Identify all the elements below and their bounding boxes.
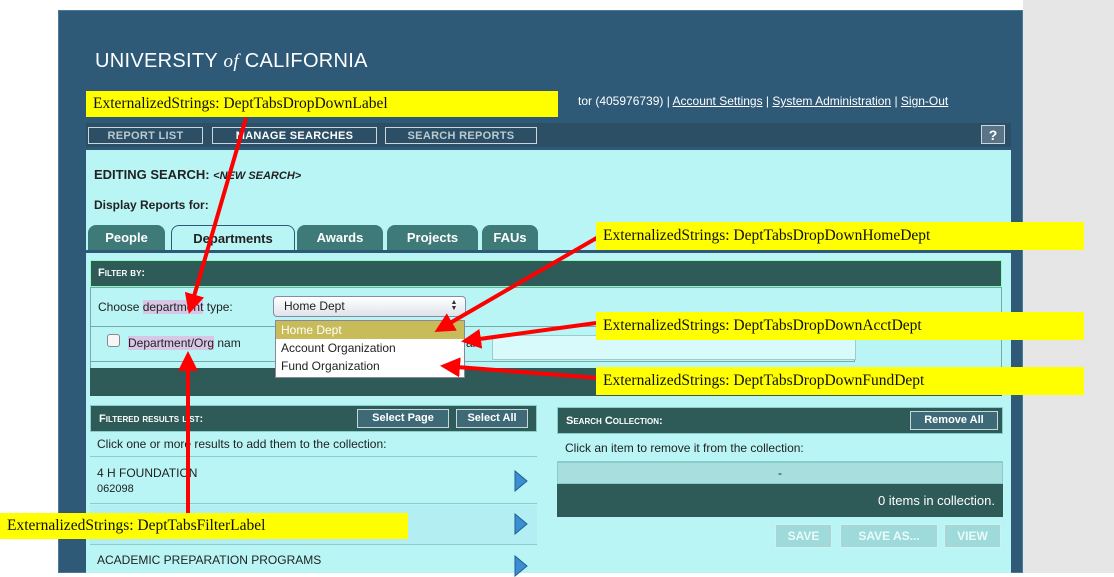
separator: | bbox=[891, 94, 901, 108]
annotation-filter-label: ExternalizedStrings: DeptTabsFilterLabel bbox=[0, 513, 408, 539]
checkbox-icon[interactable] bbox=[107, 334, 120, 347]
sign-out-link[interactable]: Sign-Out bbox=[901, 94, 948, 108]
tab-projects[interactable]: Projects bbox=[387, 225, 478, 251]
tab-people[interactable]: People bbox=[88, 225, 165, 251]
results-instruction: Click one or more results to add them to… bbox=[90, 432, 537, 457]
updown-arrows-icon: ▲ ▼ bbox=[450, 299, 458, 312]
tab-departments[interactable]: Departments bbox=[171, 225, 295, 251]
select-all-button[interactable]: Select All bbox=[456, 409, 528, 428]
view-button[interactable]: VIEW bbox=[944, 524, 1001, 548]
list-item[interactable]: 4 H FOUNDATION 062098 bbox=[90, 458, 537, 504]
result-name: 4 H FOUNDATION bbox=[97, 466, 198, 480]
save-button[interactable]: SAVE bbox=[775, 524, 832, 548]
manage-searches-button[interactable]: MANAGE SEARCHES bbox=[212, 127, 377, 144]
tab-awards[interactable]: Awards bbox=[297, 225, 383, 251]
select-value: Home Dept bbox=[284, 299, 345, 313]
annotation-dropdown-label: ExternalizedStrings: DeptTabsDropDownLab… bbox=[86, 91, 558, 117]
result-code: 062098 bbox=[97, 483, 134, 495]
separator: | bbox=[762, 94, 773, 108]
report-list-button[interactable]: REPORT LIST bbox=[88, 127, 203, 144]
triangle-right-icon[interactable] bbox=[514, 470, 528, 492]
label-post: nam bbox=[214, 336, 241, 350]
option-home-dept[interactable]: Home Dept bbox=[276, 321, 464, 339]
save-as-button[interactable]: SAVE AS... bbox=[840, 524, 938, 548]
tab-underline bbox=[86, 250, 1011, 253]
triangle-right-icon[interactable] bbox=[514, 555, 528, 577]
list-item[interactable]: ACADEMIC PREPARATION PROGRAMS bbox=[90, 546, 537, 577]
display-reports-label: Display Reports for: bbox=[94, 198, 209, 212]
remove-all-button[interactable]: Remove All bbox=[910, 411, 998, 430]
account-settings-link[interactable]: Account Settings bbox=[673, 94, 763, 108]
choose-word: department bbox=[142, 300, 204, 314]
org-name-label: Department/Org nam bbox=[128, 336, 241, 350]
side-gray-panel bbox=[1023, 0, 1114, 573]
department-type-select[interactable]: Home Dept ▲ ▼ bbox=[273, 296, 466, 317]
annotation-acct-dept: ExternalizedStrings: DeptTabsDropDownAcc… bbox=[596, 312, 1084, 340]
user-links: tor (405976739) | Account Settings | Sys… bbox=[578, 94, 948, 108]
collection-empty-item: - bbox=[557, 462, 1003, 484]
annotation-fund-dept: ExternalizedStrings: DeptTabsDropDownFun… bbox=[596, 367, 1084, 395]
search-name: <NEW SEARCH> bbox=[213, 170, 302, 182]
triangle-right-icon[interactable] bbox=[514, 513, 528, 535]
select-page-button[interactable]: Select Page bbox=[357, 409, 449, 428]
user-id-text: tor (405976739) | bbox=[578, 94, 673, 108]
search-reports-button[interactable]: SEARCH REPORTS bbox=[385, 127, 537, 144]
annotation-home-dept: ExternalizedStrings: DeptTabsDropDownHom… bbox=[596, 222, 1084, 250]
collection-count: 0 items in collection. bbox=[557, 484, 1003, 517]
editing-label: EDITING SEARCH: bbox=[94, 167, 214, 182]
org-name-label-tail: als bbox=[466, 336, 482, 350]
system-administration-link[interactable]: System Administration bbox=[772, 94, 891, 108]
option-account-organization[interactable]: Account Organization bbox=[276, 339, 464, 357]
university-title: UNIVERSITY of CALIFORNIA bbox=[95, 50, 368, 72]
help-button[interactable]: ? bbox=[981, 125, 1005, 144]
tab-faus[interactable]: FAUs bbox=[482, 225, 538, 251]
filter-by-header: Filter by: bbox=[90, 260, 1002, 287]
label-pre: Department/Org bbox=[128, 336, 215, 350]
result-name: ACADEMIC PREPARATION PROGRAMS bbox=[97, 553, 322, 567]
editing-search-title: EDITING SEARCH: <NEW SEARCH> bbox=[94, 167, 301, 182]
collection-instruction: Click an item to remove it from the coll… bbox=[557, 434, 1003, 462]
choose-post: type: bbox=[203, 300, 233, 314]
department-type-dropdown: Home Dept Account Organization Fund Orga… bbox=[275, 320, 465, 378]
choose-pre: Choose bbox=[98, 300, 143, 314]
option-fund-organization[interactable]: Fund Organization bbox=[276, 357, 464, 375]
choose-type-label: Choose department type: bbox=[98, 300, 233, 314]
